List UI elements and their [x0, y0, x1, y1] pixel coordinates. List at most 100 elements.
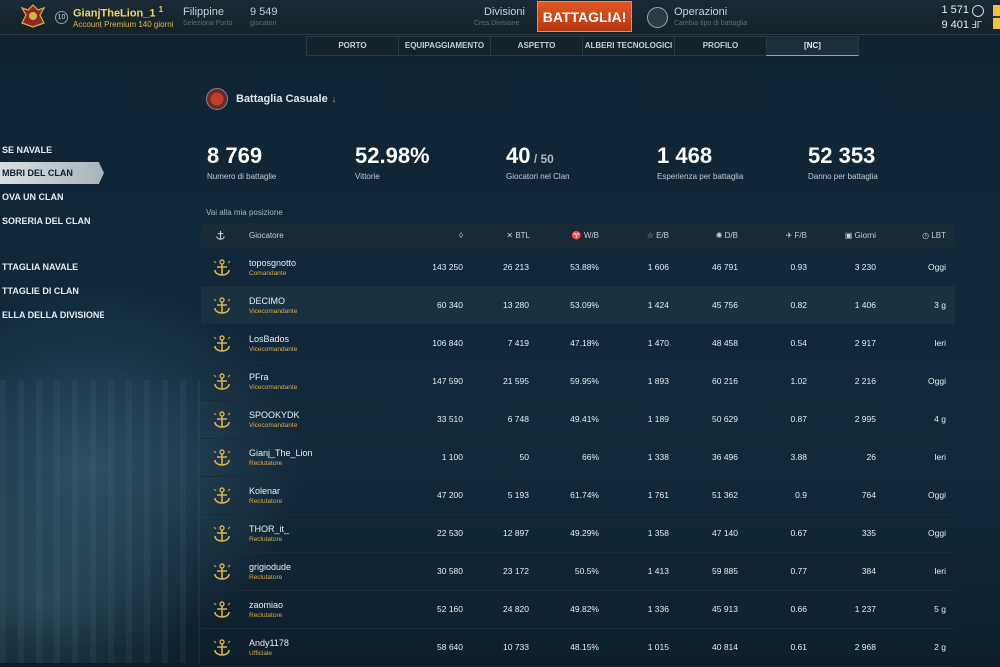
- col-header-db[interactable]: ✺ D/B: [691, 223, 738, 248]
- table-row[interactable]: SPOOKYDK Vicecomandante 33 510 6 748 49.41% 1…: [201, 401, 955, 439]
- doubloon-icon: [972, 5, 984, 17]
- stat-value: 52 353: [808, 143, 876, 168]
- player-winrate-cell: 53.88%: [570, 262, 599, 272]
- player-winrate-cell: 61.74%: [570, 490, 599, 500]
- col-header-player[interactable]: Giocatore: [249, 223, 284, 248]
- col-header-wb[interactable]: ♈ W/B: [556, 223, 599, 248]
- tab-equipaggiamento[interactable]: EQUIPAGGIAMENTO: [398, 36, 490, 56]
- table-row[interactable]: Gianj_The_Lion Reclutatore 1 100 50 66% 1 338…: [201, 439, 955, 477]
- player-last-battle-cell: 2 g: [934, 642, 946, 652]
- table-row[interactable]: grigiodude Reclutatore 30 580 23 172 50.5% 1 …: [201, 553, 955, 591]
- sidebar-item-membri-del-clan[interactable]: MBRI DEL CLAN: [0, 162, 104, 184]
- player-planes-cell: 1.02: [790, 376, 807, 386]
- player-last-battle-cell: Ieri: [934, 338, 946, 348]
- username[interactable]: GianjTheLion_1 1: [73, 5, 163, 20]
- goto-my-position-link[interactable]: Vai alla mia posizione: [206, 208, 283, 217]
- player-xp-per-battle-cell: 1 413: [647, 566, 669, 576]
- captain-emblem-icon[interactable]: [20, 3, 46, 29]
- stat-label: Numero di battaglie: [207, 172, 277, 181]
- sidebar-item-divisione[interactable]: ELLA DELLA DIVISIONE: [0, 305, 104, 325]
- player-days-cell: 2 216: [854, 376, 876, 386]
- player-name[interactable]: Kolenar: [249, 486, 280, 496]
- player-xp-cell: 58 640: [437, 642, 463, 652]
- table-row[interactable]: LosBados Vicecomandante 106 840 7 419 47.18%…: [201, 325, 955, 363]
- col-header-lbt[interactable]: ◷ LBT: [906, 223, 946, 248]
- operations-icon[interactable]: [647, 7, 668, 28]
- player-name[interactable]: Andy1178: [249, 638, 289, 648]
- player-xp-cell: 60 340: [437, 300, 463, 310]
- droplet-icon[interactable]: ◊: [453, 223, 463, 248]
- player-planes-cell: 0.66: [790, 604, 807, 614]
- player-damage-cell: 50 629: [712, 414, 738, 424]
- player-role: Vicecomandante: [249, 346, 298, 353]
- sidebar-item-battaglie-di-clan[interactable]: TTAGLIE DI CLAN: [0, 281, 104, 301]
- player-winrate-cell: 59.95%: [570, 376, 599, 386]
- player-role: Comandante: [249, 270, 287, 277]
- tab-alberi-tecnologici[interactable]: ALBERI TECNOLOGICI: [582, 36, 674, 56]
- player-last-battle-cell: Oggi: [928, 528, 946, 538]
- player-name[interactable]: LosBados: [249, 334, 289, 344]
- player-name[interactable]: PFra: [249, 372, 269, 382]
- player-role: Vicecomandante: [249, 384, 298, 391]
- sidebar-item-tesoreria[interactable]: SORERIA DEL CLAN: [0, 211, 104, 231]
- player-name[interactable]: grigiodude: [249, 562, 291, 572]
- stat-value: 1 468: [657, 143, 713, 168]
- stat-wins: 52.98% Vittorie: [355, 143, 430, 181]
- player-role: Reclutatore: [249, 536, 283, 543]
- sidebar-item-trova-un-clan[interactable]: OVA UN CLAN: [0, 187, 104, 207]
- player-name[interactable]: DECIMO: [249, 296, 285, 306]
- player-xp-cell: 30 580: [437, 566, 463, 576]
- anchor-icon[interactable]: [215, 230, 226, 241]
- player-xp-per-battle-cell: 1 015: [647, 642, 669, 652]
- col-header-btl-label: BTL: [515, 231, 530, 240]
- player-name[interactable]: toposgnotto: [249, 258, 296, 268]
- player-role: Reclutatore: [249, 460, 283, 467]
- battle-button[interactable]: BATTAGLIA!: [537, 1, 632, 32]
- stat-label: Esperienza per battaglia: [657, 172, 744, 181]
- random-battle-icon: [206, 88, 228, 110]
- player-xp-per-battle-cell: 1 358: [647, 528, 669, 538]
- player-xp-cell: 1 100: [441, 452, 463, 462]
- player-battles-cell: 13 280: [503, 300, 529, 310]
- player-name[interactable]: Gianj_The_Lion: [249, 448, 313, 458]
- anchor-rank-icon: [212, 296, 232, 316]
- col-header-fb[interactable]: ✈ F/B: [761, 223, 807, 248]
- online-players-label: giocatori: [250, 20, 277, 27]
- player-xp-cell: 47 200: [437, 490, 463, 500]
- player-last-battle-cell: 3 g: [934, 300, 946, 310]
- player-battles-cell: 6 748: [507, 414, 529, 424]
- col-header-days[interactable]: ▣ Giorni: [831, 223, 876, 248]
- col-header-eb[interactable]: ☆ E/B: [629, 223, 669, 248]
- anchor-rank-icon: [212, 638, 232, 658]
- player-name[interactable]: THOR_it_: [249, 524, 289, 534]
- table-row[interactable]: DECIMO Vicecomandante 60 340 13 280 53.09% 1 …: [201, 287, 955, 325]
- player-days-cell: 26: [866, 452, 876, 462]
- table-row[interactable]: Andy1178 Ufficiale 58 640 10 733 48.15% 1 015…: [201, 629, 955, 667]
- col-header-db-label: D/B: [724, 231, 738, 240]
- sidebar-item-battaglia-navale[interactable]: TTAGLIA NAVALE: [0, 257, 104, 277]
- tab-aspetto[interactable]: ASPETTO: [490, 36, 582, 56]
- table-row[interactable]: toposgnotto Comandante 143 250 26 213 53.88%…: [201, 249, 955, 287]
- battle-mode-selector[interactable]: Battaglia Casuale ↓: [236, 93, 336, 105]
- division-button[interactable]: Divisioni: [484, 6, 525, 18]
- username-text: GianjTheLion_1: [73, 7, 156, 20]
- table-row[interactable]: Kolenar Reclutatore 47 200 5 193 61.74% 1 761…: [201, 477, 955, 515]
- table-row[interactable]: zaomiao Reclutatore 52 160 24 820 49.82% 1 33…: [201, 591, 955, 629]
- col-header-btl[interactable]: ✕ BTL: [486, 223, 530, 248]
- tab-clan[interactable]: [NC]: [766, 36, 859, 56]
- port-selector[interactable]: Filippine: [183, 6, 224, 18]
- sidebar-item-base-navale[interactable]: SE NAVALE: [0, 140, 104, 160]
- operations-button[interactable]: Operazioni: [674, 6, 727, 18]
- player-name[interactable]: zaomiao: [249, 600, 283, 610]
- player-winrate-cell: 50.5%: [574, 566, 599, 576]
- premium-account-status: Account Premium 140 giorni: [73, 20, 174, 29]
- tab-profilo[interactable]: PROFILO: [674, 36, 766, 56]
- player-name[interactable]: SPOOKYDK: [249, 410, 300, 420]
- table-row[interactable]: THOR_it_ Reclutatore 22 530 12 897 49.29% 1 3…: [201, 515, 955, 553]
- anchor-rank-icon: [212, 410, 232, 430]
- player-days-cell: 1 237: [854, 604, 876, 614]
- tab-porto[interactable]: PORTO: [306, 36, 398, 56]
- table-row[interactable]: PFra Vicecomandante 147 590 21 595 59.95% 1 8…: [201, 363, 955, 401]
- background-ship: [0, 380, 200, 663]
- player-xp-per-battle-cell: 1 761: [647, 490, 669, 500]
